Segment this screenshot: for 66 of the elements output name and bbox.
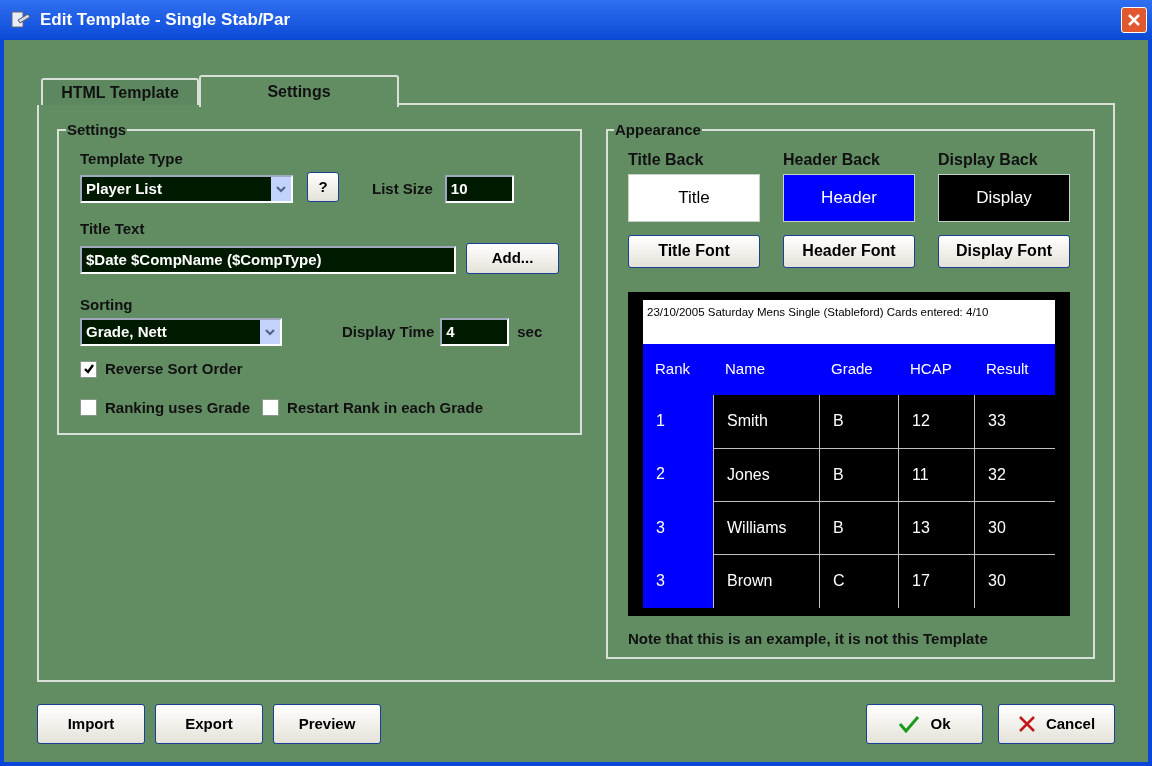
column-header: Name bbox=[724, 358, 766, 379]
table-cell: 13 bbox=[898, 501, 974, 555]
column-header: Result bbox=[985, 358, 1030, 379]
close-button[interactable] bbox=[1121, 7, 1147, 33]
checkbox[interactable] bbox=[262, 399, 280, 417]
table-cell: Brown bbox=[713, 554, 819, 608]
close-icon bbox=[1127, 13, 1141, 27]
table-cell: 32 bbox=[974, 447, 1055, 501]
swatch-label: Title Back bbox=[628, 149, 705, 170]
checkbox-label: Restart Rank in each Grade bbox=[287, 397, 483, 418]
font-button[interactable]: Title Font bbox=[628, 234, 760, 268]
table-cell: 30 bbox=[974, 554, 1055, 608]
tab[interactable]: Settings bbox=[199, 75, 399, 107]
table-cell: Jones bbox=[713, 447, 819, 501]
checkbox-label: Reverse Sort Order bbox=[105, 359, 243, 379]
dropdown[interactable]: Grade, Nett bbox=[80, 318, 282, 346]
field-label: Template Type bbox=[80, 148, 184, 169]
field-label: Sorting bbox=[80, 294, 134, 315]
table-cell: 3 bbox=[643, 554, 713, 608]
table-cell: 17 bbox=[898, 554, 974, 608]
table-cell: Williams bbox=[713, 501, 819, 555]
checkmark-icon bbox=[898, 715, 921, 733]
color-swatch[interactable]: Display bbox=[938, 173, 1070, 222]
table-cell: 3 bbox=[643, 501, 713, 555]
tab[interactable]: HTML Template bbox=[41, 78, 199, 105]
group-title: Settings bbox=[66, 120, 128, 140]
add-button[interactable]: Add... bbox=[466, 242, 559, 274]
dropdown[interactable]: Player List bbox=[80, 175, 293, 203]
checkbox[interactable] bbox=[80, 399, 97, 417]
table-cell: 11 bbox=[898, 447, 974, 501]
footer-button[interactable]: Preview bbox=[273, 704, 381, 744]
color-swatch[interactable]: Title bbox=[628, 173, 760, 222]
cross-icon bbox=[1017, 715, 1036, 733]
help-button[interactable]: ? bbox=[307, 172, 339, 202]
window-icon bbox=[10, 10, 32, 30]
note-text: Note that this is an example, it is not this Template bbox=[628, 628, 989, 649]
font-button[interactable]: Display Font bbox=[938, 234, 1070, 268]
group-title: Appearance bbox=[614, 120, 702, 140]
list-size-field[interactable]: 10 bbox=[444, 175, 514, 203]
unit-label: sec bbox=[517, 321, 543, 342]
table-cell: B bbox=[819, 501, 898, 555]
display-time-field[interactable]: 4 bbox=[440, 318, 510, 346]
preview-title: 23/10/2005 Saturday Mens Single (Stableford) Cards entered: 4/10 bbox=[643, 299, 1055, 344]
table-cell: 1 bbox=[643, 394, 713, 448]
checkbox-label: Ranking uses Grade bbox=[105, 397, 251, 418]
table-cell: 2 bbox=[643, 447, 713, 501]
table-cell: C bbox=[819, 554, 898, 608]
field-label: Display Time bbox=[342, 321, 435, 342]
column-header: Grade bbox=[830, 358, 874, 379]
title-text-field[interactable]: $Date $CompName ($CompType) bbox=[80, 246, 456, 274]
font-button[interactable]: Header Font bbox=[783, 234, 915, 268]
footer-button[interactable]: Export bbox=[155, 704, 263, 744]
column-header: HCAP bbox=[909, 358, 953, 379]
cancel-button[interactable]: Cancel bbox=[998, 704, 1115, 744]
checkbox[interactable] bbox=[80, 360, 97, 378]
color-swatch[interactable]: Header bbox=[783, 173, 915, 222]
table-cell: 30 bbox=[974, 501, 1055, 555]
swatch-label: Display Back bbox=[938, 149, 1039, 170]
swatch-label: Header Back bbox=[783, 149, 881, 170]
window-title: Edit Template - Single Stab/Par bbox=[40, 9, 291, 32]
footer-button[interactable]: Import bbox=[37, 704, 145, 744]
column-header: Rank bbox=[654, 358, 692, 379]
field-label: List Size bbox=[372, 178, 433, 199]
ok-button[interactable]: Ok bbox=[866, 704, 983, 744]
table-cell: B bbox=[819, 447, 898, 501]
field-label: Title Text bbox=[80, 219, 146, 239]
